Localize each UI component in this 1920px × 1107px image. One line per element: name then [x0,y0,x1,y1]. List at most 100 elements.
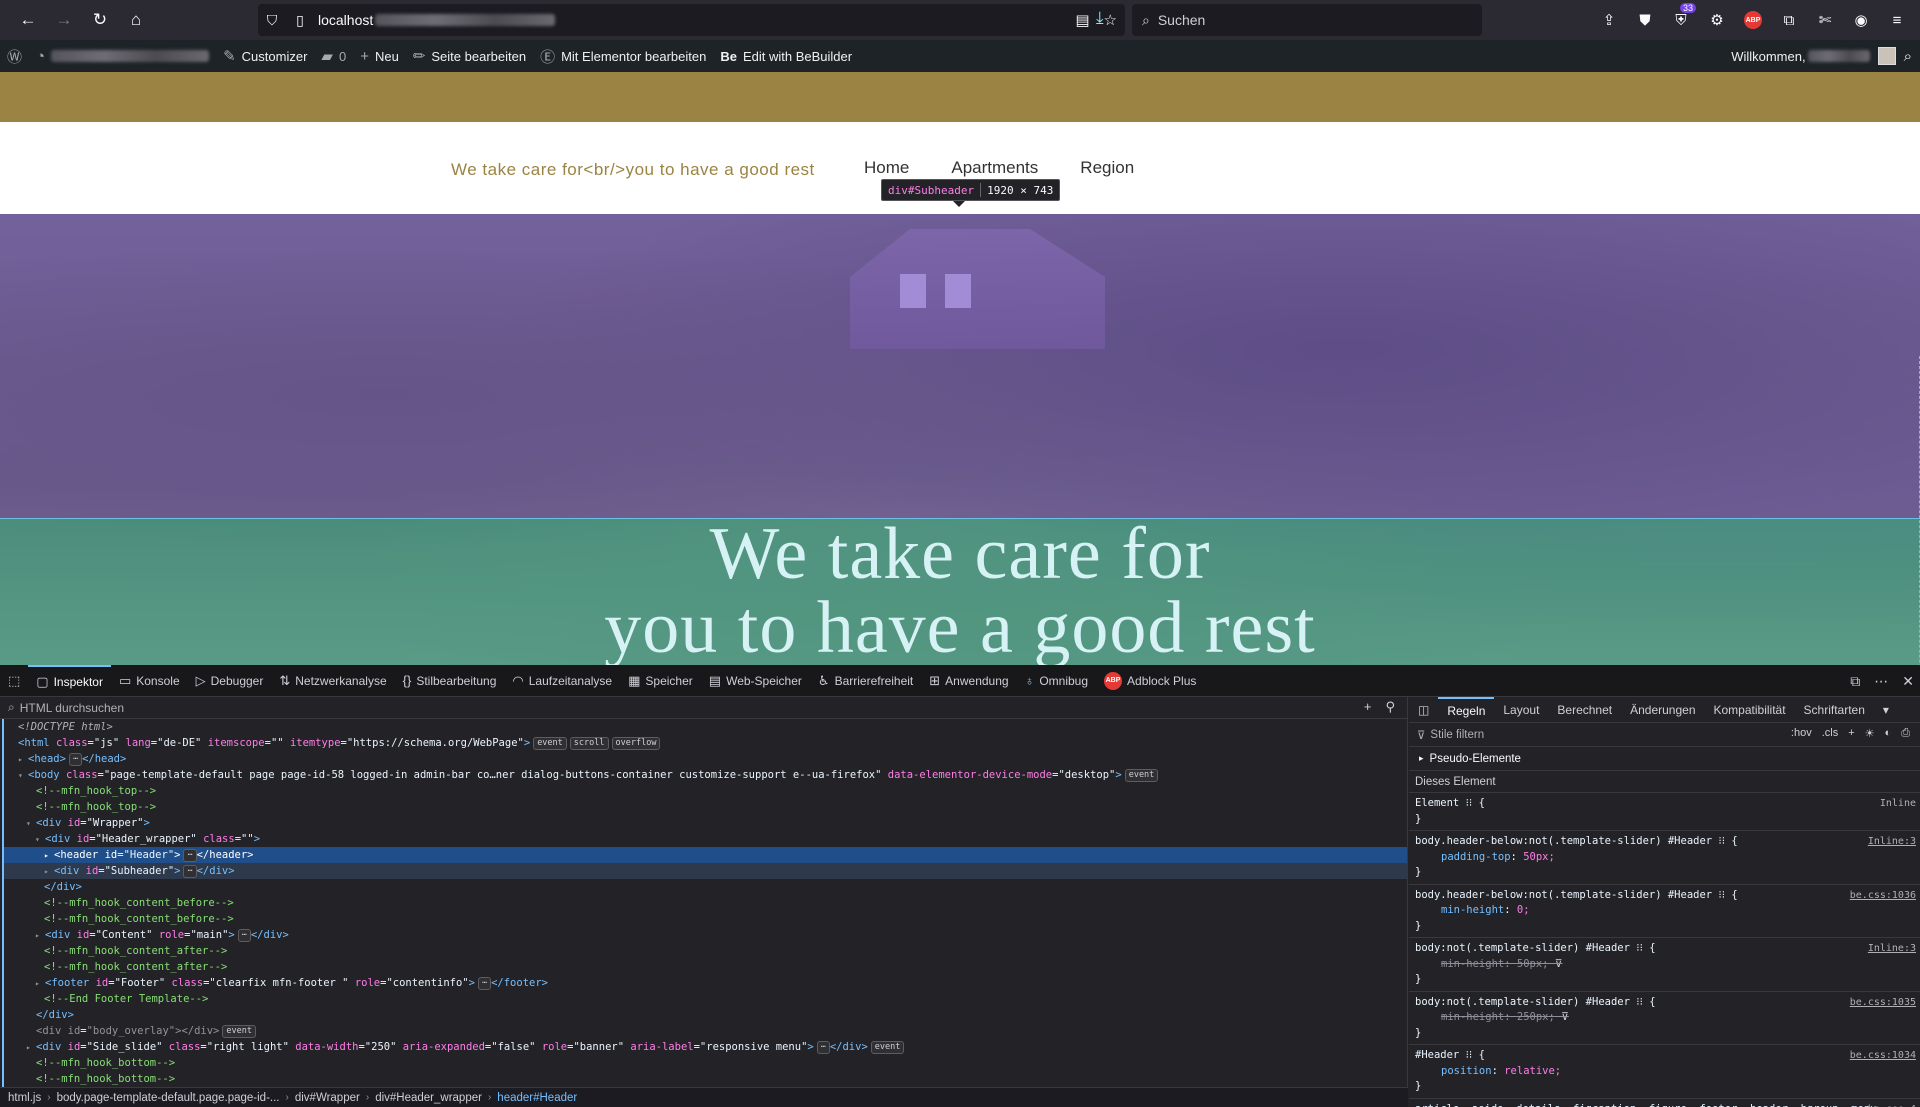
menu-item-apartments[interactable]: Apartments [951,158,1038,178]
breadcrumb-item[interactable]: body.page-template-default.page.page-id-… [57,1092,280,1104]
home-icon[interactable]: ⌂ [118,4,154,36]
cls-toggle[interactable]: .cls [1822,727,1839,740]
reader-view-icon[interactable]: ▤ [1075,11,1089,29]
menu-item-home[interactable]: Home [864,158,909,178]
tab-adblock-plus[interactable]: ABP Adblock Plus [1096,665,1204,697]
download-icon[interactable]: ⤓ [1096,8,1104,28]
adblock-plus-icon[interactable]: ABP [1738,5,1768,35]
bookmark-star-icon[interactable]: ☆ [1104,11,1117,29]
eyedropper-icon[interactable]: ⚲ [1385,699,1395,715]
tabs-overflow-icon[interactable]: ▾ [1874,697,1898,723]
more-options-icon[interactable]: ⋯ [1874,673,1888,690]
wp-logo[interactable]: Ⓦ [0,40,29,72]
tab-compatibility[interactable]: Kompatibilität [1705,697,1795,723]
tree-line-hovered[interactable]: ▸ <div id="Subheader"> ⋯ </div> [4,863,1407,879]
tree-line[interactable]: <div id="body_overlay"></div> event [4,1023,1407,1039]
tab-style-editor[interactable]: {} Stilbearbeitung [395,665,505,697]
brave-shield-icon[interactable]: ⛊ [1630,5,1660,35]
tree-line[interactable]: <!--mfn_hook_bottom--> [4,1055,1407,1071]
css-rule[interactable]: #Header ⁝⁝ {be.css:1034 position: relativ… [1409,1045,1920,1099]
tab-omnibug[interactable]: ♁ Omnibug [1017,665,1096,697]
tools-icon[interactable]: ✄ [1810,5,1840,35]
pseudo-elements-section[interactable]: ▸ Pseudo-Elemente [1409,747,1920,771]
tree-line[interactable]: <!DOCTYPE html> [4,719,1407,735]
tab-memory[interactable]: ▦ Speicher [620,665,701,697]
rule-source-link[interactable]: Inline:3 [1868,941,1916,957]
css-rule[interactable]: body.header-below:not(.template-slider) … [1409,831,1920,885]
html-search[interactable]: ⌕ HTML durchsuchen + ⚲ [0,697,1407,719]
wp-edit-page[interactable]: ✏ Seite bearbeiten [406,40,533,72]
welcome-text[interactable]: Willkommen, [1731,49,1805,64]
gear-icon[interactable]: ⚙ [1702,5,1732,35]
rule-source-link[interactable]: be.css:1034 [1850,1048,1916,1064]
breadcrumb-item[interactable]: div#Header_wrapper [375,1092,482,1104]
css-rule[interactable]: body:not(.template-slider) #Header ⁝⁝ {b… [1409,992,1920,1045]
tab-network[interactable]: ⇅ Netzwerkanalyse [271,665,394,697]
tab-rules[interactable]: Regeln [1438,696,1495,723]
search-icon[interactable]: ⌕ [1904,48,1912,65]
wp-bebuilder[interactable]: Be Edit with BeBuilder [713,40,859,72]
wp-site-name[interactable]: ◔ [29,40,216,72]
tree-line[interactable]: ▸ <head> ⋯ </head> [4,751,1407,767]
share-icon[interactable]: ⇪ [1594,5,1624,35]
tree-line[interactable]: <!--mfn_hook_top--> [4,783,1407,799]
tab-console[interactable]: ▭ Konsole [111,665,188,697]
breadcrumb-item[interactable]: html.js [8,1092,41,1104]
back-arrow-icon[interactable]: ← [10,4,46,36]
styles-filter[interactable]: ⊽ Stile filtern :hov .cls + ☀ ◐ ⎙ [1409,723,1920,747]
css-rule[interactable]: article, aside, details, figcaption, fig… [1409,1099,1920,1107]
wp-new[interactable]: + Neu [353,40,406,72]
rule-property[interactable]: min-height: 0; [1415,903,1914,919]
tree-line[interactable]: </div> [4,1007,1407,1023]
wp-customizer[interactable]: ✎ Customizer [216,40,314,72]
rule-source-link[interactable]: Inline [1880,796,1916,812]
forward-arrow-icon[interactable]: → [46,4,82,36]
tab-fonts[interactable]: Schriftarten [1795,697,1874,723]
tab-inspector[interactable]: ▢ Inspektor [28,664,111,697]
rule-source-link[interactable]: Inline:3 [1868,834,1916,850]
tree-line[interactable]: ▾ <div id="Wrapper"> [4,815,1407,831]
rule-source-link[interactable]: be.css:1035 [1850,995,1916,1011]
tab-storage[interactable]: ▤ Web-Speicher [701,665,810,697]
css-rule[interactable]: body:not(.template-slider) #Header ⁝⁝ {I… [1409,938,1920,992]
tree-line[interactable]: </div> [4,879,1407,895]
tree-line[interactable]: ▸ <div id="Side_slide" class="right light… [4,1039,1407,1055]
add-node-icon[interactable]: + [1364,699,1372,715]
ublock-icon[interactable]: ⛨ 33 [1666,3,1696,35]
shield-icon[interactable]: ⛉ [258,12,286,29]
containers-icon[interactable]: ⧉ [1774,5,1804,35]
tree-line[interactable]: ▾ <body class="page-template-default page… [4,767,1407,783]
tree-line[interactable]: <!--mfn_hook_bottom--> [4,1071,1407,1087]
add-rule-icon[interactable]: + [1848,727,1854,740]
close-icon[interactable]: ✕ [1902,673,1914,690]
tree-line[interactable]: ▸ <footer id="Footer" class="clearfix mfn… [4,975,1407,991]
rule-property[interactable]: padding-top: 50px; [1415,850,1914,866]
hov-toggle[interactable]: :hov [1791,727,1812,740]
menu-item-region[interactable]: Region [1080,158,1134,178]
wp-comments[interactable]: ▰ 0 [314,40,353,72]
rule-property[interactable]: min-height: 50px; ⊽ [1415,957,1914,973]
sidebar-toggle-icon[interactable]: ◫ [1409,697,1438,723]
element-picker-icon[interactable]: ⬚ [0,665,28,697]
html-search-input[interactable]: HTML durchsuchen [20,701,124,715]
tab-application[interactable]: ⊞ Anwendung [921,665,1016,697]
css-rule[interactable]: body.header-below:not(.template-slider) … [1409,885,1920,938]
print-icon[interactable]: ⎙ [1901,727,1910,740]
avatar[interactable] [1877,47,1896,65]
tab-computed[interactable]: Berechnet [1548,697,1621,723]
wp-elementor[interactable]: Ⓔ Mit Elementor bearbeiten [533,40,713,72]
tab-changes[interactable]: Änderungen [1621,697,1704,723]
tab-performance[interactable]: ◠ Laufzeitanalyse [504,665,620,697]
search-bar[interactable]: ⌕ Suchen [1132,4,1482,36]
account-icon[interactable]: ◉ [1846,5,1876,35]
rule-source-link[interactable]: be.css:4 [1868,1102,1916,1107]
reload-icon[interactable]: ↻ [82,4,118,36]
tree-line[interactable]: <!--End Footer Template--> [4,991,1407,1007]
tree-line[interactable]: <!--mfn_hook_top--> [4,799,1407,815]
styles-filter-input[interactable]: Stile filtern [1430,729,1484,741]
tree-line-selected[interactable]: ▸ <header id="Header"> ⋯ </header> [4,847,1407,863]
site-logo-text[interactable]: We take care for<br/>you to have a good … [451,160,815,180]
rule-property[interactable]: position: relative; [1415,1064,1914,1080]
rule-source-link[interactable]: be.css:1036 [1850,888,1916,904]
breadcrumb-item[interactable]: div#Wrapper [295,1092,360,1104]
